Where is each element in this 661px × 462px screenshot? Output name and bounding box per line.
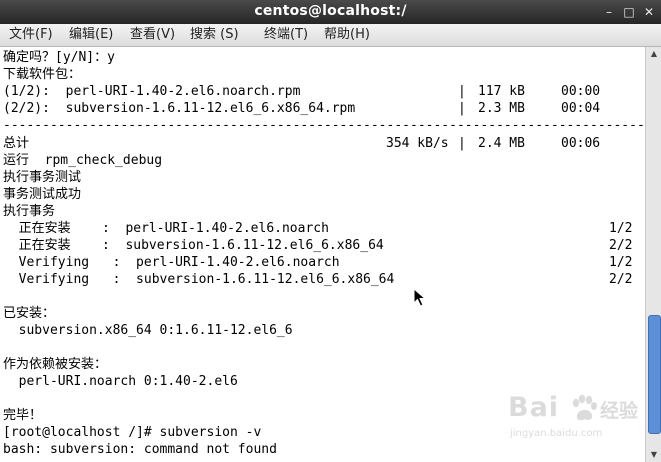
- install-count: 1/2: [609, 255, 633, 270]
- install-step: 正在安装 : subversion-1.6.11-12.el6_6.x86_64: [3, 238, 384, 253]
- menu-edit[interactable]: 编辑(E): [69, 26, 113, 44]
- install-step-row: 正在安装 : subversion-1.6.11-12.el6_6.x86_64…: [3, 237, 643, 254]
- install-count: 2/2: [609, 238, 633, 253]
- terminal-line: 作为依赖被安装：: [3, 357, 108, 372]
- total-label: 总计: [3, 136, 30, 151]
- terminal-line: 执行事务测试: [3, 170, 82, 185]
- terminal-line-confirm: 确定吗？[y/N]：y: [3, 50, 115, 65]
- terminal-line: 完毕！: [3, 408, 43, 423]
- terminal-line: 运行 rpm_check_debug: [3, 153, 163, 168]
- download-total-row: 总计 354 kB/s | 2.4 MB 00:06: [3, 135, 643, 152]
- terminal-line: perl-URI.noarch 0:1.40-2.el6: [3, 374, 238, 389]
- title-bar[interactable]: centos@localhost:/ – □ ✕: [0, 0, 661, 24]
- download-row: (2/2): subversion-1.6.11-12.el6_6.x86_64…: [3, 100, 643, 117]
- terminal-error-line: bash: subversion: command not found: [3, 442, 277, 457]
- terminal-prompt-line: [root@localhost /]# subversion -v: [3, 425, 262, 440]
- mouse-pointer-icon: [413, 288, 427, 307]
- download-size: 2.3 MB: [478, 101, 525, 116]
- close-button[interactable]: ✕: [641, 4, 657, 20]
- menu-view[interactable]: 查看(V): [130, 26, 175, 44]
- maximize-button[interactable]: □: [621, 4, 637, 20]
- terminal-divider: ----------------------------------------…: [3, 118, 643, 133]
- menu-file[interactable]: 文件(F): [9, 26, 53, 44]
- download-row: (1/2): perl-URI-1.40-2.el6.noarch.rpm | …: [3, 83, 643, 100]
- menu-search[interactable]: 搜索 (S): [190, 26, 239, 44]
- menu-bar: 文件(F) 编辑(E) 查看(V) 搜索 (S) 终端(T) 帮助(H): [0, 24, 661, 47]
- download-size: 117 kB: [478, 84, 525, 99]
- download-separator: |: [458, 101, 466, 116]
- download-time: 00:04: [561, 101, 601, 116]
- window-title: centos@localhost:/: [254, 3, 407, 19]
- install-step-row: Verifying : perl-URI-1.40-2.el6.noarch 1…: [3, 254, 643, 271]
- total-separator: |: [458, 136, 466, 151]
- total-time: 00:06: [561, 136, 601, 151]
- download-package: (2/2): subversion-1.6.11-12.el6_6.x86_64…: [3, 101, 356, 116]
- download-separator: |: [458, 84, 466, 99]
- scroll-down-arrow-icon[interactable]: ▼: [646, 448, 661, 462]
- install-count: 2/2: [609, 272, 633, 287]
- install-step-row: Verifying : subversion-1.6.11-12.el6_6.x…: [3, 271, 643, 288]
- minimize-button[interactable]: –: [601, 4, 617, 20]
- download-package: (1/2): perl-URI-1.40-2.el6.noarch.rpm: [3, 84, 301, 99]
- scroll-up-arrow-icon[interactable]: ▲: [646, 47, 661, 61]
- install-step: 正在安装 : perl-URI-1.40-2.el6.noarch: [3, 221, 329, 236]
- vertical-scrollbar[interactable]: ▲ ▼: [645, 47, 661, 462]
- download-time: 00:00: [561, 84, 601, 99]
- terminal-line-downloading: 下载软件包：: [3, 67, 82, 82]
- terminal-line: 事务测试成功: [3, 187, 82, 202]
- total-speed: 354 kB/s: [386, 136, 449, 151]
- menu-terminal[interactable]: 终端(T): [264, 26, 308, 44]
- terminal-window: centos@localhost:/ – □ ✕ 文件(F) 编辑(E) 查看(…: [0, 0, 661, 462]
- terminal-line: 已安装：: [3, 306, 56, 321]
- total-size: 2.4 MB: [478, 136, 525, 151]
- terminal-line: subversion.x86_64 0:1.6.11-12.el6_6: [3, 323, 293, 338]
- install-step: Verifying : perl-URI-1.40-2.el6.noarch: [3, 255, 340, 270]
- install-step: Verifying : subversion-1.6.11-12.el6_6.x…: [3, 272, 395, 287]
- terminal-output[interactable]: 确定吗？[y/N]：y 下载软件包： (1/2): perl-URI-1.40-…: [0, 47, 645, 462]
- scrollbar-thumb[interactable]: [648, 315, 661, 434]
- terminal-line: 执行事务: [3, 204, 56, 219]
- menu-help[interactable]: 帮助(H): [324, 26, 370, 44]
- install-step-row: 正在安装 : perl-URI-1.40-2.el6.noarch 1/2: [3, 220, 643, 237]
- install-count: 1/2: [609, 221, 633, 236]
